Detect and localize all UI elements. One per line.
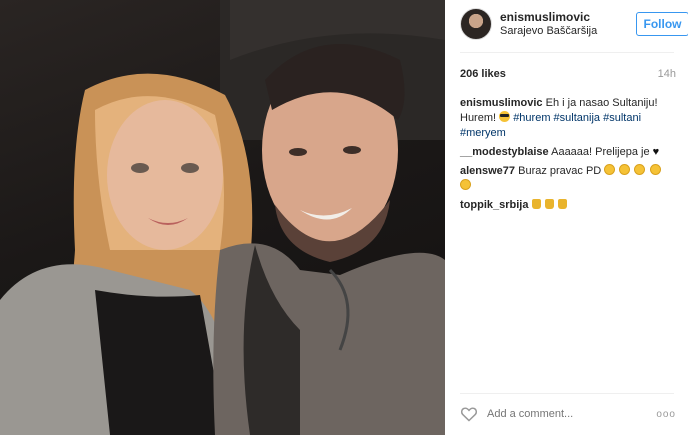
smile-emoji-icon xyxy=(649,164,661,175)
selfie-illustration xyxy=(0,0,445,435)
comment-item: alenswe77 Buraz pravac PD xyxy=(460,164,675,194)
post-time[interactable]: 14h xyxy=(658,68,676,80)
comment-author[interactable]: alenswe77 xyxy=(460,165,515,177)
smile-emoji-icon xyxy=(619,164,631,175)
caption: enismuslimovic Eh i ja nasao Sultaniju! … xyxy=(460,96,675,141)
divider xyxy=(460,393,674,394)
avatar[interactable] xyxy=(460,8,492,40)
username-link[interactable]: enismuslimovic xyxy=(500,10,590,24)
hashtag-link[interactable]: #sultani xyxy=(603,112,641,124)
post-sidebar: enismuslimovic Sarajevo Baščaršija Follo… xyxy=(445,0,688,435)
smile-emoji-icon xyxy=(604,164,616,175)
comments-list: enismuslimovic Eh i ja nasao Sultaniju! … xyxy=(460,96,675,217)
comment-text: Buraz pravac PD xyxy=(518,165,602,177)
add-comment-input[interactable] xyxy=(487,408,627,420)
comment-author[interactable]: __modestyblaise xyxy=(460,146,549,158)
like-heart-icon[interactable] xyxy=(460,406,478,422)
comment-author[interactable]: toppik_srbija xyxy=(460,199,528,211)
comment-author[interactable]: enismuslimovic xyxy=(460,97,543,109)
hashtag-link[interactable]: #hurem xyxy=(513,112,550,124)
more-options-button[interactable]: ooo xyxy=(656,409,676,420)
follow-button[interactable]: Follow xyxy=(636,12,688,36)
hashtag-link[interactable]: #sultanija xyxy=(554,112,600,124)
divider xyxy=(460,52,674,53)
thumbs-up-emoji-icon xyxy=(544,199,554,209)
comment-text: Aaaaaa! Prelijepa je xyxy=(551,146,650,158)
thumbs-up-emoji-icon xyxy=(531,199,541,209)
smile-emoji-icon xyxy=(634,164,646,175)
post-photo[interactable] xyxy=(0,0,445,435)
black-heart-icon: ♥ xyxy=(652,146,660,158)
post-header: enismuslimovic Sarajevo Baščaršija Follo… xyxy=(460,8,688,44)
comment-item: toppik_srbija xyxy=(460,198,675,213)
sunglasses-emoji-icon xyxy=(499,111,511,122)
location-link[interactable]: Sarajevo Baščaršija xyxy=(500,25,597,37)
smile-emoji-icon xyxy=(460,179,471,190)
likes-count[interactable]: 206 likes xyxy=(460,68,506,80)
hashtag-link[interactable]: #meryem xyxy=(460,127,506,139)
comment-item: __modestyblaise Aaaaaa! Prelijepa je ♥ xyxy=(460,145,675,160)
thumbs-up-emoji-icon xyxy=(557,199,567,209)
